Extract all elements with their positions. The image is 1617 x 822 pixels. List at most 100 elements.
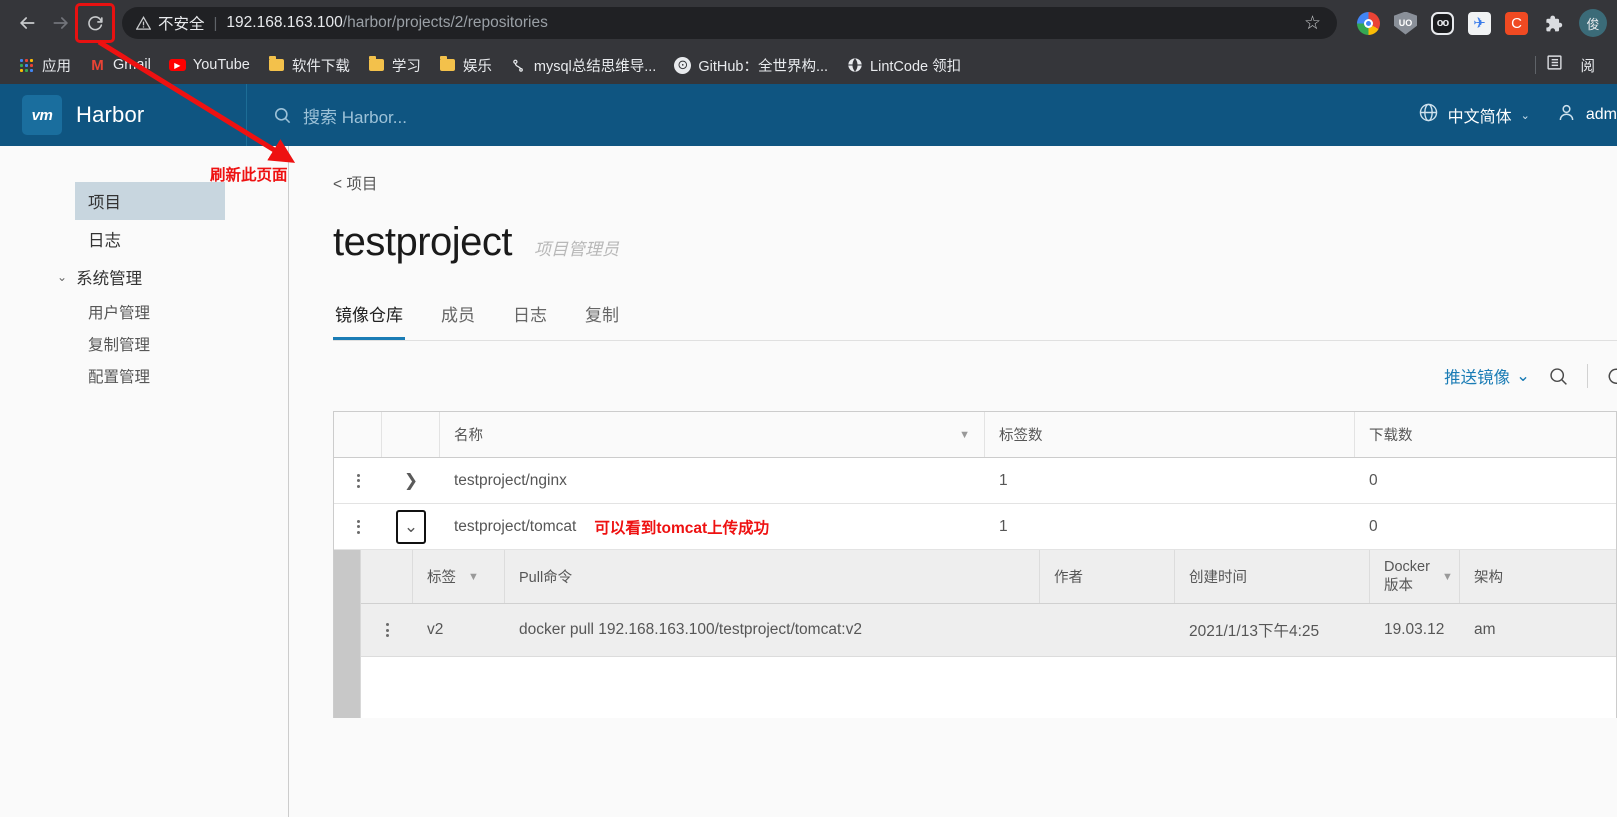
- divider: [1534, 56, 1536, 74]
- push-image-button[interactable]: 推送镜像 ⌄: [1444, 364, 1530, 388]
- row-menu-button[interactable]: [334, 504, 382, 549]
- sidebar-item-configuration-management[interactable]: 配置管理: [0, 360, 288, 392]
- sidebar-item-logs[interactable]: 日志: [75, 220, 225, 258]
- goggles-extension-icon[interactable]: oo: [1431, 11, 1454, 35]
- tag-row[interactable]: v2 docker pull 192.168.163.100/testproje…: [361, 604, 1616, 656]
- main-content: < 项目 testproject 项目管理员 镜像仓库 成员 日志 复制 推送镜…: [289, 146, 1617, 817]
- tag-row-menu-button[interactable]: [361, 604, 413, 656]
- bird-extension-icon[interactable]: ✈: [1468, 11, 1491, 35]
- forward-button[interactable]: [44, 6, 78, 40]
- youtube-icon: ▶: [168, 57, 186, 74]
- sub-th-menu: [361, 550, 413, 603]
- sidebar-item-replication-management[interactable]: 复制管理: [0, 328, 288, 360]
- th-tag-count-label: 标签数: [999, 428, 1043, 444]
- bookmark-label: 娱乐: [462, 58, 492, 75]
- th-download-count-label: 下载数: [1369, 428, 1413, 444]
- page-title: testproject: [333, 220, 513, 264]
- harbor-brand[interactable]: vm Harbor: [0, 95, 246, 135]
- cell-repo-name-wrapper: testproject/tomcat 可以看到tomcat上传成功: [440, 504, 985, 549]
- breadcrumb[interactable]: < 项目: [333, 172, 1617, 194]
- url-text: 192.168.163.100/harbor/projects/2/reposi…: [226, 14, 547, 32]
- browser-chrome: 不安全 | 192.168.163.100/harbor/projects/2/…: [0, 0, 1617, 84]
- th-name[interactable]: 名称 ▼: [440, 412, 985, 457]
- tags-table-header-row: 标签 ▼ Pull命令 作者 创建时间 Docker 版本 ▼ 架构: [361, 550, 1616, 604]
- language-label: 中文简体: [1447, 109, 1512, 126]
- bookmark-label: 软件下载: [291, 58, 350, 75]
- bookmark-label: Gmail: [113, 57, 151, 73]
- bookmark-folder-downloads[interactable]: 软件下载: [260, 51, 358, 80]
- profile-avatar[interactable]: 俊: [1579, 9, 1607, 37]
- bookmark-label: mysql总结思维导...: [533, 58, 657, 75]
- reload-button[interactable]: [75, 3, 115, 43]
- funnel-filter-icon[interactable]: ▼: [1442, 571, 1453, 583]
- chevron-down-icon: ⌄: [396, 509, 426, 544]
- cell-pull-command[interactable]: docker pull 192.168.163.100/testproject/…: [505, 604, 1040, 656]
- cell-download-count: 0: [1369, 471, 1378, 489]
- bookmark-github[interactable]: ⊙ GitHub：全世界构...: [666, 51, 836, 80]
- sidebar-item-user-management[interactable]: 用户管理: [0, 296, 288, 328]
- sub-th-docker-version[interactable]: Docker 版本 ▼: [1370, 550, 1460, 603]
- row-expand-button[interactable]: ⌄: [382, 504, 440, 549]
- cell-repo-name[interactable]: testproject/nginx: [440, 458, 985, 503]
- funnel-filter-icon[interactable]: ▼: [959, 429, 970, 441]
- cell-created: 2021/1/13下午4:25: [1189, 623, 1320, 640]
- chevron-down-icon: ⌄: [1520, 109, 1530, 122]
- bookmark-youtube[interactable]: ▶ YouTube: [161, 53, 258, 78]
- url-host: 192.168.163.100: [226, 14, 343, 31]
- tab-logs[interactable]: 日志: [511, 295, 549, 340]
- kebab-menu-icon: [348, 519, 368, 534]
- bookmark-gmail[interactable]: M Gmail: [81, 53, 159, 78]
- not-secure-icon: [136, 15, 151, 31]
- bookmark-label: LintCode 领扣: [870, 58, 962, 75]
- back-button[interactable]: [10, 6, 44, 40]
- bookmark-lintcode[interactable]: LintCode 领扣: [838, 51, 969, 80]
- row-menu-button[interactable]: [334, 458, 382, 503]
- reading-list-icon[interactable]: [1546, 54, 1563, 76]
- th-download-count: 下载数: [1355, 412, 1616, 457]
- language-selector[interactable]: 中文简体 ⌄: [1418, 102, 1530, 128]
- tab-members[interactable]: 成员: [439, 295, 477, 340]
- user-menu[interactable]: adm: [1556, 102, 1617, 128]
- shield-extension-icon[interactable]: UO: [1394, 11, 1417, 35]
- forward-arrow-icon: [53, 17, 68, 29]
- bookmark-folder-entertainment[interactable]: 娱乐: [431, 51, 500, 80]
- sidebar-group-administration[interactable]: ⌄ 系统管理: [0, 258, 288, 296]
- mindmap-icon: [510, 57, 527, 74]
- cell-repo-name[interactable]: testproject/tomcat: [454, 518, 576, 536]
- tab-repositories[interactable]: 镜像仓库: [333, 295, 405, 340]
- table-row[interactable]: ❯ testproject/nginx 1 0: [334, 458, 1616, 504]
- expanded-tag-panel: 标签 ▼ Pull命令 作者 创建时间 Docker 版本 ▼ 架构 v2 do…: [334, 550, 1616, 718]
- bookmark-mysql-mindmap[interactable]: mysql总结思维导...: [502, 51, 664, 80]
- c-extension-icon[interactable]: C: [1505, 11, 1528, 35]
- github-icon: ⊙: [674, 56, 692, 74]
- cell-architecture: am: [1474, 621, 1496, 638]
- annotation-tomcat-note: 可以看到tomcat上传成功: [594, 519, 770, 537]
- bookmark-apps[interactable]: 应用: [10, 51, 79, 80]
- table-row[interactable]: ⌄ testproject/tomcat 可以看到tomcat上传成功 1 0: [334, 504, 1616, 550]
- th-name-label: 名称: [454, 428, 483, 444]
- divider: [1587, 364, 1588, 388]
- search-icon[interactable]: [1548, 366, 1569, 387]
- chevron-down-icon: ⌄: [57, 270, 68, 284]
- bookmark-label: 学习: [391, 58, 421, 75]
- security-label: 不安全: [158, 16, 205, 33]
- back-arrow-icon: [20, 17, 35, 29]
- chrome-icon[interactable]: [1357, 11, 1380, 35]
- bookmark-star-icon[interactable]: ☆: [1302, 12, 1323, 35]
- address-bar[interactable]: 不安全 | 192.168.163.100/harbor/projects/2/…: [122, 7, 1337, 39]
- harbor-brand-name: Harbor: [76, 102, 145, 127]
- funnel-filter-icon[interactable]: ▼: [468, 571, 479, 583]
- sub-th-tag[interactable]: 标签 ▼: [413, 550, 505, 603]
- bookmark-folder-study[interactable]: 学习: [360, 51, 429, 80]
- sidebar-item-projects[interactable]: 项目: [75, 182, 225, 220]
- gmail-icon: M: [91, 56, 104, 74]
- sub-th-architecture: 架构: [1460, 550, 1616, 603]
- harbor-search[interactable]: 搜索 Harbor...: [247, 103, 1418, 128]
- row-expand-button[interactable]: ❯: [382, 458, 440, 503]
- puzzle-extensions-icon[interactable]: [1542, 12, 1565, 35]
- reading-list-label[interactable]: 阅: [1573, 51, 1604, 80]
- page-body: 项目 日志 ⌄ 系统管理 用户管理 复制管理 配置管理 < 项目 testpro…: [0, 146, 1617, 817]
- th-tag-count: 标签数: [985, 412, 1355, 457]
- refresh-icon[interactable]: [1606, 366, 1617, 387]
- tab-replication[interactable]: 复制: [583, 295, 621, 340]
